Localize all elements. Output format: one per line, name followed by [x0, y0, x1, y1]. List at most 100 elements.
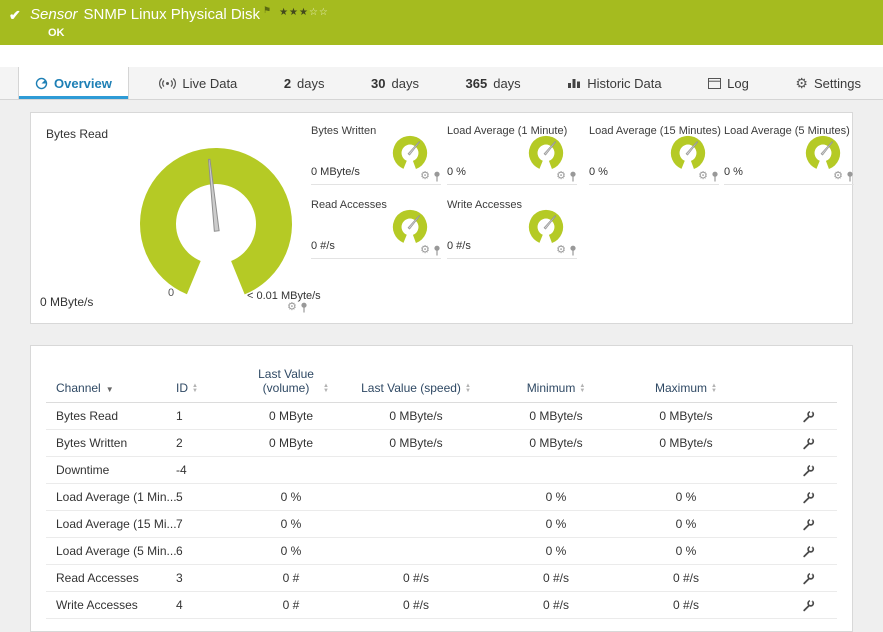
gauge-dial [392, 135, 428, 171]
historic-data-icon [567, 77, 581, 89]
channel-settings-icon[interactable] [802, 598, 815, 612]
gear-icon[interactable]: ⚙ [420, 171, 430, 182]
channel-settings-icon[interactable] [802, 409, 815, 423]
gauge-dial [805, 135, 841, 171]
tab-log[interactable]: Log [692, 67, 765, 99]
tab-label: days [391, 75, 419, 91]
live-data-icon [159, 77, 177, 90]
sort-icon: ▲ ▼ [464, 383, 471, 394]
gauge-actions: ⚙ [420, 245, 441, 256]
gear-icon[interactable]: ⚙ [287, 302, 297, 313]
column-header-maximum[interactable]: Maximum ▲ ▼ [626, 362, 746, 402]
column-header-last-value-volume[interactable]: Last Value (volume) ▲ ▼ [236, 362, 346, 402]
table-row: Write Accesses 4 0 # 0 #/s 0 #/s 0 #/s [46, 592, 837, 619]
cell-actions [746, 457, 837, 483]
gauge-value: 0 MByte/s [311, 166, 360, 178]
gauge-actions: ⚙ [833, 171, 854, 182]
settings-icon: ⚙ [795, 75, 808, 91]
channel-settings-icon[interactable] [802, 571, 815, 585]
column-header-channel[interactable]: Channel ▼ [56, 362, 176, 402]
tab-30-days[interactable]: 30 days [355, 67, 435, 99]
sensor-page: ✔ Sensor SNMP Linux Physical Disk ⚑ ★★★☆☆ O… [0, 0, 883, 632]
priority-stars-empty[interactable]: ☆☆ [309, 7, 329, 18]
cell-last-value-speed [346, 511, 486, 537]
tab-live-data[interactable]: Live Data [143, 67, 253, 99]
pin-icon[interactable] [300, 302, 308, 313]
gear-icon[interactable]: ⚙ [420, 245, 430, 256]
table-row: Bytes Read 1 0 MByte 0 MByte/s 0 MByte/s… [46, 403, 837, 430]
header-spacer [0, 45, 883, 67]
gauge-value: 0 % [589, 166, 608, 178]
cell-id: 5 [176, 490, 183, 504]
flag-icon: ⚑ [262, 5, 272, 15]
main-gauge-actions: ⚙ [287, 302, 308, 313]
column-label: Maximum [655, 381, 708, 395]
gauge-value: 0 % [724, 166, 743, 178]
gauges-panel: Bytes Read 0 MByte/s 0 < 0.01 MByte/s ⚙ … [30, 112, 854, 324]
small-gauge: Load Average (5 Minutes) 0 % ⚙ [724, 123, 854, 185]
channel-settings-icon[interactable] [802, 517, 815, 531]
cell-id: -4 [176, 463, 187, 477]
tab-label: Log [727, 75, 749, 91]
cell-maximum: 0 MByte/s [659, 436, 713, 450]
cell-last-value-volume: 0 % [280, 490, 302, 504]
tab-settings[interactable]: ⚙ Settings [779, 67, 877, 99]
cell-minimum: 0 MByte/s [529, 436, 583, 450]
cell-last-value-speed: 0 #/s [402, 571, 429, 585]
pin-icon[interactable] [433, 245, 441, 256]
cell-id: 6 [176, 544, 183, 558]
priority-stars-filled[interactable]: ★★★ [279, 7, 309, 18]
tab-label: days [297, 75, 325, 91]
cell-last-value-speed [346, 484, 486, 510]
channel-settings-icon[interactable] [802, 436, 815, 450]
column-header-id[interactable]: ID ▲ ▼ [176, 362, 236, 402]
tab-label: days [493, 75, 521, 91]
sort-desc-icon: ▼ [105, 385, 114, 394]
cell-minimum: 0 % [545, 517, 567, 531]
channel-settings-icon[interactable] [802, 490, 815, 504]
gear-icon[interactable]: ⚙ [833, 171, 843, 182]
column-label: ID [176, 381, 188, 395]
column-header-minimum[interactable]: Minimum ▲ ▼ [486, 362, 626, 402]
tab-number: 30 [371, 75, 386, 91]
pin-icon[interactable] [711, 171, 719, 182]
tab-2-days[interactable]: 2 days [268, 67, 341, 99]
tab-365-days[interactable]: 365 days [450, 67, 537, 99]
status-check-icon: ✔ [9, 7, 21, 23]
cell-actions [746, 538, 837, 564]
gear-icon[interactable]: ⚙ [556, 171, 566, 182]
channel-settings-icon[interactable] [802, 544, 815, 558]
pin-icon[interactable] [569, 171, 577, 182]
pin-icon[interactable] [846, 171, 854, 182]
pin-icon[interactable] [569, 245, 577, 256]
cell-last-value-volume: 0 MByte [268, 409, 313, 423]
main-gauge-title: Bytes Read [46, 127, 109, 141]
cell-actions [746, 565, 837, 591]
cell-channel: Bytes Written [56, 436, 128, 450]
gauge-value: 0 #/s [447, 240, 471, 252]
page-title: SNMP Linux Physical Disk [83, 6, 260, 23]
cell-actions [746, 430, 837, 456]
cell-last-value-volume: 0 # [282, 571, 300, 585]
gear-icon[interactable]: ⚙ [556, 245, 566, 256]
column-label: Last Value (volume) [258, 367, 314, 395]
sensor-title-line: Sensor SNMP Linux Physical Disk ⚑ ★★★☆☆ [30, 5, 329, 23]
cell-id: 7 [176, 517, 183, 531]
column-header-last-value-speed[interactable]: Last Value (speed) ▲ ▼ [346, 362, 486, 402]
cell-maximum: 0 % [675, 544, 697, 558]
pin-icon[interactable] [433, 171, 441, 182]
gauge-value: 0 #/s [311, 240, 335, 252]
channel-table: Channel ▼ ID ▲ ▼ Last Value (volume) ▲ ▼ L… [46, 362, 837, 619]
gauge-actions: ⚙ [420, 171, 441, 182]
tab-historic-data[interactable]: Historic Data [551, 67, 677, 99]
channel-settings-icon[interactable] [802, 463, 815, 477]
cell-channel: Write Accesses [56, 598, 138, 612]
cell-minimum: 0 MByte/s [529, 409, 583, 423]
tab-bar: Overview Live Data 2 days 30 days 365 da… [0, 67, 883, 100]
cell-maximum: 0 #/s [672, 598, 699, 612]
main-gauge-value: 0 MByte/s [40, 295, 94, 309]
gear-icon[interactable]: ⚙ [698, 171, 708, 182]
tab-overview[interactable]: Overview [18, 67, 129, 99]
gauge-actions: ⚙ [556, 171, 577, 182]
small-gauge: Load Average (15 Minutes) 0 % ⚙ [589, 123, 721, 185]
